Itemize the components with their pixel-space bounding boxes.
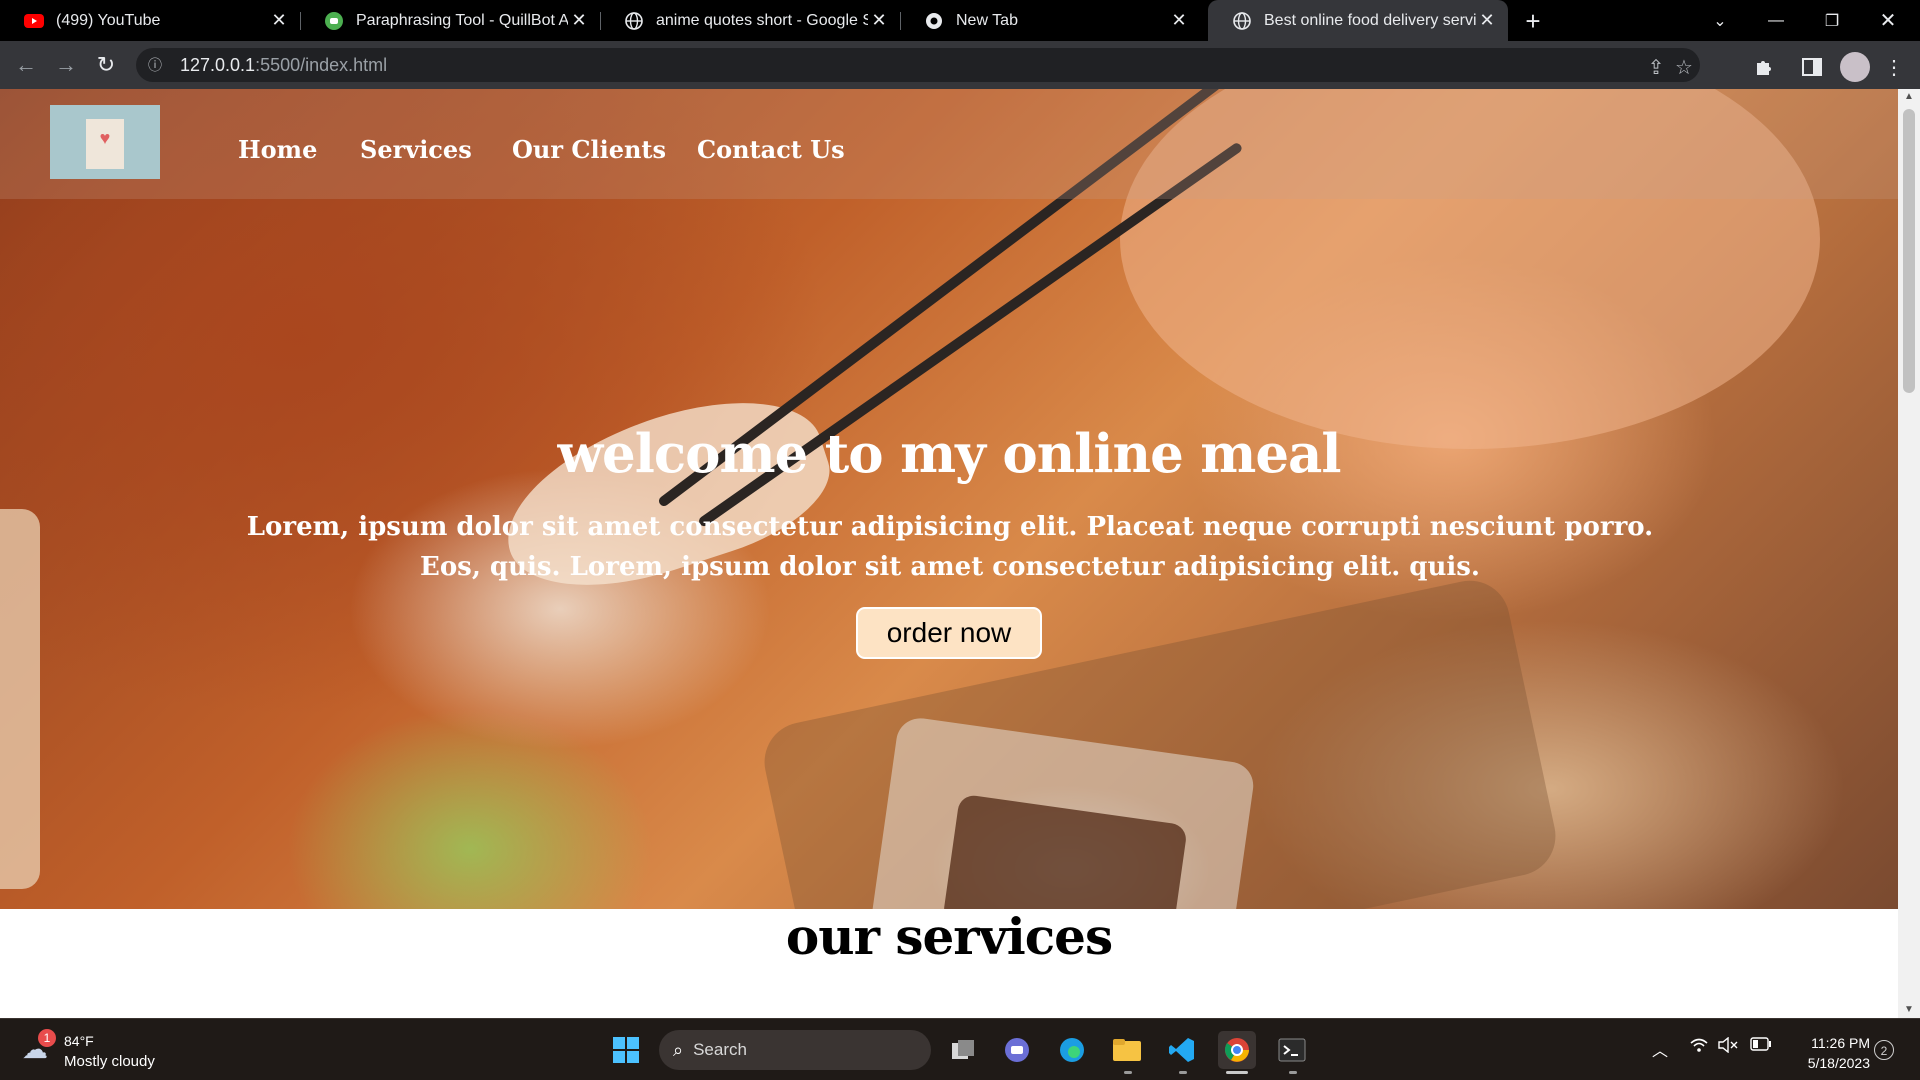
forward-arrow-icon[interactable]: →: [50, 49, 82, 81]
tab-title: anime quotes short - Google Sea: [656, 11, 868, 29]
tab-title: Best online food delivery services: [1264, 11, 1476, 29]
page-scrollbar[interactable]: ▲ ▼: [1898, 89, 1920, 1018]
tab-search-chevron-icon[interactable]: ⌄: [1692, 0, 1748, 41]
taskbar-search[interactable]: ⌕ Search: [659, 1030, 931, 1070]
clock-time: 11:26 PM: [1811, 1035, 1870, 1051]
new-tab-button[interactable]: +: [1518, 6, 1548, 36]
close-tab-icon[interactable]: ✕: [268, 10, 290, 31]
clock-date: 5/18/2023: [1807, 1055, 1870, 1071]
window-close-icon[interactable]: ✕: [1860, 0, 1916, 41]
tab-new-tab[interactable]: New Tab ✕: [900, 0, 1200, 41]
show-hidden-icons-chevron-icon[interactable]: ︿: [1652, 1037, 1668, 1061]
volume-muted-icon[interactable]: [1718, 1036, 1738, 1058]
weather-badge: 1: [38, 1029, 56, 1047]
notification-count-badge[interactable]: 2: [1874, 1040, 1894, 1060]
order-now-button[interactable]: order now: [856, 607, 1042, 659]
start-windows-icon[interactable]: [607, 1031, 645, 1069]
task-view-icon[interactable]: [944, 1031, 982, 1069]
nav-services[interactable]: Services: [360, 135, 472, 164]
tab-google-search[interactable]: anime quotes short - Google Sea ✕: [600, 0, 900, 41]
services-heading: our services: [785, 907, 1113, 966]
quillbot-icon: [324, 11, 344, 31]
teams-chat-icon[interactable]: [998, 1031, 1036, 1069]
tab-title: Paraphrasing Tool - QuillBot AI: [356, 11, 568, 29]
profile-avatar[interactable]: [1840, 52, 1870, 82]
share-icon[interactable]: ⇪: [1644, 55, 1668, 79]
globe-icon: [624, 11, 644, 31]
page-viewport: ♥ Home Services Our Clients Contact Us w…: [0, 89, 1898, 1018]
browser-toolbar: ← → ↻ ⓘ 127.0.0.1:5500/index.html ⇪ ☆ ⋮: [0, 41, 1920, 89]
close-tab-icon[interactable]: ✕: [868, 10, 890, 31]
windows-taskbar: ☁ 1 84°F Mostly cloudy ⌕ Search ︿ 11:26 …: [0, 1018, 1920, 1080]
tab-title: (499) YouTube: [56, 11, 161, 29]
close-tab-icon[interactable]: ✕: [1476, 10, 1498, 31]
file-explorer-icon[interactable]: [1108, 1031, 1146, 1069]
search-label: Search: [693, 1040, 747, 1059]
terminal-icon[interactable]: [1273, 1031, 1311, 1069]
heart-icon: ♥: [99, 128, 111, 148]
tab-quillbot[interactable]: Paraphrasing Tool - QuillBot AI ✕: [300, 0, 600, 41]
weather-widget[interactable]: ☁ 1 84°F Mostly cloudy: [22, 1029, 222, 1073]
tab-title: New Tab: [956, 11, 1018, 29]
site-info-icon[interactable]: ⓘ: [148, 55, 170, 75]
system-clock[interactable]: 11:26 PM 5/18/2023: [1784, 1033, 1870, 1073]
weather-temperature: 84°F: [64, 1033, 94, 1049]
site-logo[interactable]: ♥: [50, 105, 160, 179]
close-tab-icon[interactable]: ✕: [568, 10, 590, 31]
bookmark-star-icon[interactable]: ☆: [1672, 55, 1696, 79]
restore-icon[interactable]: ❐: [1804, 0, 1860, 41]
tab-food-delivery[interactable]: Best online food delivery services ✕: [1208, 0, 1508, 41]
menu-kebab-icon[interactable]: ⋮: [1882, 55, 1906, 79]
back-arrow-icon[interactable]: ←: [10, 49, 42, 81]
side-panel-icon[interactable]: [1800, 55, 1824, 79]
wifi-icon[interactable]: [1690, 1037, 1708, 1058]
chrome-icon: [924, 11, 944, 31]
nav-home[interactable]: Home: [238, 135, 317, 164]
vscode-icon[interactable]: [1163, 1031, 1201, 1069]
minimize-icon[interactable]: —: [1748, 0, 1804, 41]
hero-description: Lorem, ipsum dolor sit amet consectetur …: [246, 512, 1654, 582]
weather-condition: Mostly cloudy: [64, 1053, 155, 1070]
scroll-down-arrow-icon[interactable]: ▼: [1898, 1002, 1920, 1018]
tab-youtube[interactable]: (499) YouTube ✕: [0, 0, 300, 41]
edge-browser-icon[interactable]: [1053, 1031, 1091, 1069]
scrollbar-thumb[interactable]: [1903, 109, 1915, 393]
extensions-puzzle-icon[interactable]: [1752, 55, 1776, 79]
search-icon: ⌕: [673, 1039, 684, 1060]
scroll-up-arrow-icon[interactable]: ▲: [1898, 89, 1920, 105]
youtube-icon: [24, 11, 44, 31]
site-navbar: ♥ Home Services Our Clients Contact Us: [0, 89, 1898, 199]
chrome-taskbar-icon[interactable]: [1218, 1031, 1256, 1069]
battery-icon[interactable]: [1750, 1037, 1772, 1056]
address-bar[interactable]: ⓘ 127.0.0.1:5500/index.html ⇪ ☆: [136, 48, 1700, 82]
hero-title: welcome to my online meal: [557, 423, 1341, 485]
tab-strip: (499) YouTube ✕ Paraphrasing Tool - Quil…: [0, 0, 1920, 41]
globe-icon: [1232, 11, 1252, 31]
hero-section: ♥ Home Services Our Clients Contact Us w…: [0, 89, 1898, 909]
nav-our-clients[interactable]: Our Clients: [512, 135, 666, 164]
url-text: 127.0.0.1:5500/index.html: [180, 54, 388, 75]
close-tab-icon[interactable]: ✕: [1168, 10, 1190, 31]
reload-icon[interactable]: ↻: [90, 49, 122, 81]
nav-contact-us[interactable]: Contact Us: [697, 135, 845, 164]
